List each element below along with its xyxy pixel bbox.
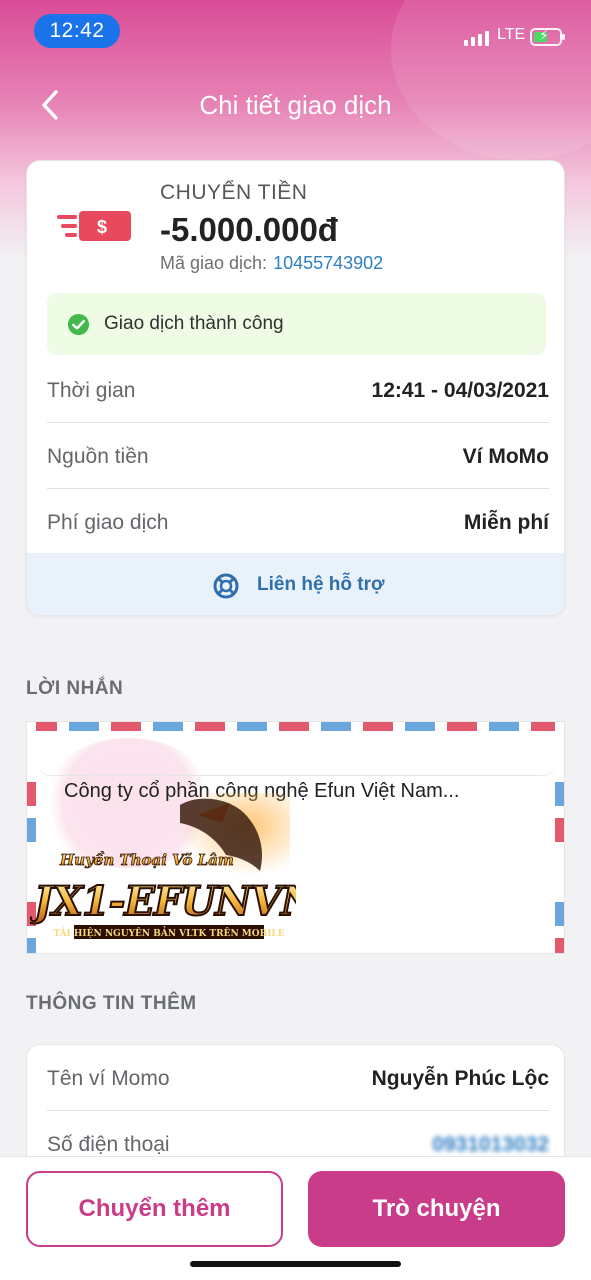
send-more-button[interactable]: Chuyển thêm <box>26 1171 283 1247</box>
status-bar: 12:42 LTE ⚡ <box>0 0 591 64</box>
home-indicator[interactable] <box>190 1261 401 1267</box>
page-title: Chi tiết giao dịch <box>199 90 392 120</box>
svg-text:JX1-EFUNVN: JX1-EFUNVN <box>30 878 296 925</box>
lifebuoy-icon <box>213 573 239 599</box>
status-text: Giao dịch thành công <box>104 313 284 334</box>
envelope-stripe <box>555 722 564 953</box>
more-info-section-title: THÔNG TIN THÊM <box>26 993 197 1014</box>
transaction-code-label: Mã giao dịch: <box>160 253 268 273</box>
info-label: Số điện thoại <box>47 1133 170 1156</box>
detail-value: Ví MoMo <box>462 445 549 468</box>
support-label: Liên hệ hỗ trợ <box>257 574 385 595</box>
message-section-title: LỜI NHẮN <box>26 678 124 699</box>
chat-button[interactable]: Trò chuyện <box>308 1171 565 1247</box>
detail-value: Miễn phí <box>463 511 549 534</box>
bottom-action-bar: Chuyển thêm Trò chuyện <box>0 1156 591 1280</box>
transaction-type: CHUYỂN TIỀN <box>160 181 308 204</box>
detail-label: Phí giao dịch <box>47 511 169 534</box>
status-badge: Giao dịch thành công <box>47 293 546 355</box>
battery-icon: ⚡ <box>530 27 565 46</box>
detail-value: 12:41 - 04/03/2021 <box>371 379 549 402</box>
contact-support-button[interactable]: Liên hệ hỗ trợ <box>27 553 564 615</box>
transaction-card: $ CHUYỂN TIỀN -5.000.000đ Mã giao dịch: 1… <box>26 160 565 616</box>
signal-icon <box>464 30 490 46</box>
detail-label: Thời gian <box>47 379 136 402</box>
network-type: LTE <box>497 26 526 43</box>
info-label: Tên ví Momo <box>47 1067 170 1090</box>
info-row-wallet-name: Tên ví Momo Nguyễn Phúc Lộc <box>47 1045 549 1111</box>
svg-text:Huyền Thoại Võ Lâm: Huyền Thoại Võ Lâm <box>59 851 234 869</box>
envelope-stripe <box>27 722 564 731</box>
detail-label: Nguồn tiền <box>47 445 149 468</box>
info-value: Nguyễn Phúc Lộc <box>371 1067 549 1090</box>
phone-value: 0931013032 <box>432 1133 549 1156</box>
game-logo-watermark: Huyền Thoại Võ Lâm JX1-EFUNVN TÁI HIỆN N… <box>30 793 296 939</box>
chevron-left-icon[interactable] <box>36 86 66 124</box>
money-transfer-icon: $ <box>57 211 131 241</box>
check-circle-icon <box>67 313 90 336</box>
transaction-code-value[interactable]: 10455743902 <box>273 253 383 273</box>
detail-row-time: Thời gian 12:41 - 04/03/2021 <box>47 357 549 423</box>
detail-row-fee: Phí giao dịch Miễn phí <box>47 489 549 555</box>
envelope-flap <box>37 731 556 776</box>
svg-text:$: $ <box>97 217 107 237</box>
detail-row-source: Nguồn tiền Ví MoMo <box>47 423 549 489</box>
transaction-amount: -5.000.000đ <box>160 211 338 248</box>
transaction-code: Mã giao dịch: 10455743902 <box>160 253 383 274</box>
status-time: 12:42 <box>34 14 120 48</box>
